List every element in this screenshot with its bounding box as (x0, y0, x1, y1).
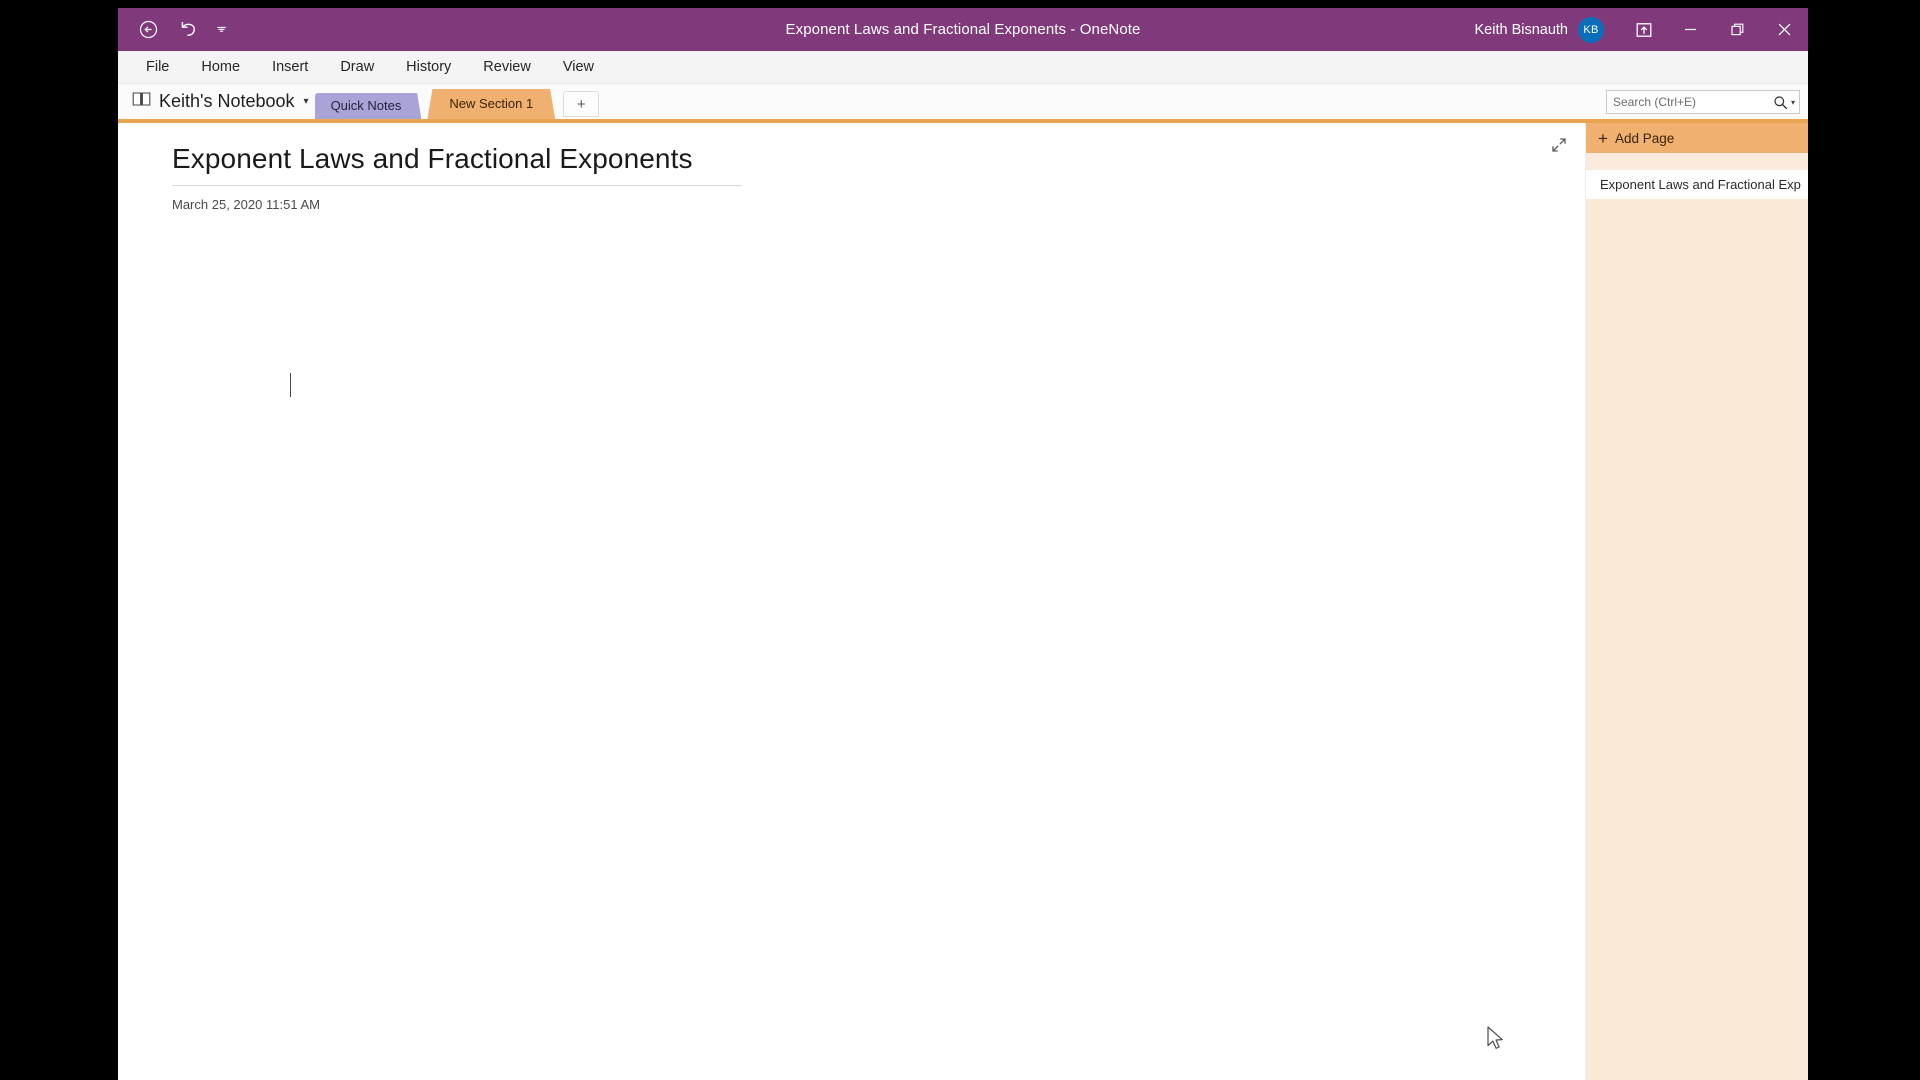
add-page-label: Add Page (1614, 130, 1675, 146)
add-section-button[interactable]: + (563, 91, 600, 117)
notebook-icon (132, 91, 151, 112)
add-page-button[interactable]: + Add Page (1586, 123, 1808, 153)
onenote-window: Exponent Laws and Fractional Exponents -… (118, 8, 1808, 1080)
avatar[interactable]: KB (1578, 16, 1604, 43)
chevron-down-icon[interactable]: ▾ (304, 96, 309, 107)
page-header: Exponent Laws and Fractional Exponents M… (172, 143, 742, 212)
search-dropdown-caret-icon[interactable]: ▾ (1791, 98, 1799, 107)
search-input[interactable] (1607, 94, 1771, 110)
search-box[interactable]: ▾ (1606, 90, 1800, 114)
ribbon-tab-insert[interactable]: Insert (256, 55, 324, 79)
expand-page-icon[interactable] (1549, 135, 1569, 155)
section-tab-new-section-1[interactable]: New Section 1 (427, 89, 556, 119)
notebook-name: Keith's Notebook (159, 91, 295, 111)
page-time[interactable]: 11:51 AM (266, 197, 320, 212)
minimize-button[interactable] (1667, 8, 1714, 51)
undo-button[interactable] (168, 12, 208, 48)
ribbon-tab-home[interactable]: Home (185, 55, 256, 79)
page-list-sidebar: + Add Page Exponent Laws and Fractional … (1585, 123, 1808, 1080)
body-area: Exponent Laws and Fractional Exponents M… (118, 123, 1808, 1080)
restore-button[interactable] (1714, 8, 1761, 51)
page-date[interactable]: March 25, 2020 (172, 197, 266, 212)
page-canvas[interactable]: Exponent Laws and Fractional Exponents M… (118, 123, 1585, 1080)
section-tab-bar: Keith's Notebook ▾ Quick Notes New Secti… (118, 84, 1808, 123)
page-list-spacer (1586, 153, 1808, 170)
search-icon[interactable] (1771, 95, 1791, 110)
screen: Exponent Laws and Fractional Exponents -… (0, 0, 1920, 1080)
customize-qat-caret-icon[interactable] (208, 12, 234, 48)
title-bar-right: Keith Bisnauth KB (1474, 8, 1808, 51)
plus-icon: + (1598, 128, 1608, 148)
ribbon-tab-strip: File Home Insert Draw History Review Vie… (118, 51, 1808, 84)
text-caret (290, 373, 291, 397)
ribbon-tab-history[interactable]: History (390, 55, 467, 79)
close-button[interactable] (1761, 8, 1808, 51)
ribbon-tab-view[interactable]: View (547, 55, 610, 79)
title-divider (172, 185, 742, 186)
page-list-empty-area (1586, 199, 1808, 1080)
account-name[interactable]: Keith Bisnauth (1474, 22, 1568, 38)
title-bar: Exponent Laws and Fractional Exponents -… (118, 8, 1808, 51)
page-meta: March 25, 2020 11:51 AM (172, 197, 742, 212)
section-tab-quick-notes[interactable]: Quick Notes (314, 93, 422, 119)
quick-access-toolbar (118, 8, 234, 51)
ribbon-tab-review[interactable]: Review (467, 55, 547, 79)
page-title[interactable]: Exponent Laws and Fractional Exponents (172, 143, 742, 185)
ribbon-display-options-button[interactable] (1620, 8, 1667, 51)
ribbon-tab-draw[interactable]: Draw (324, 55, 390, 79)
back-button[interactable] (128, 12, 168, 48)
page-list-item[interactable]: Exponent Laws and Fractional Exp (1586, 170, 1808, 199)
notebook-selector[interactable]: Keith's Notebook ▾ (118, 84, 315, 119)
ribbon-tab-file[interactable]: File (130, 55, 185, 79)
